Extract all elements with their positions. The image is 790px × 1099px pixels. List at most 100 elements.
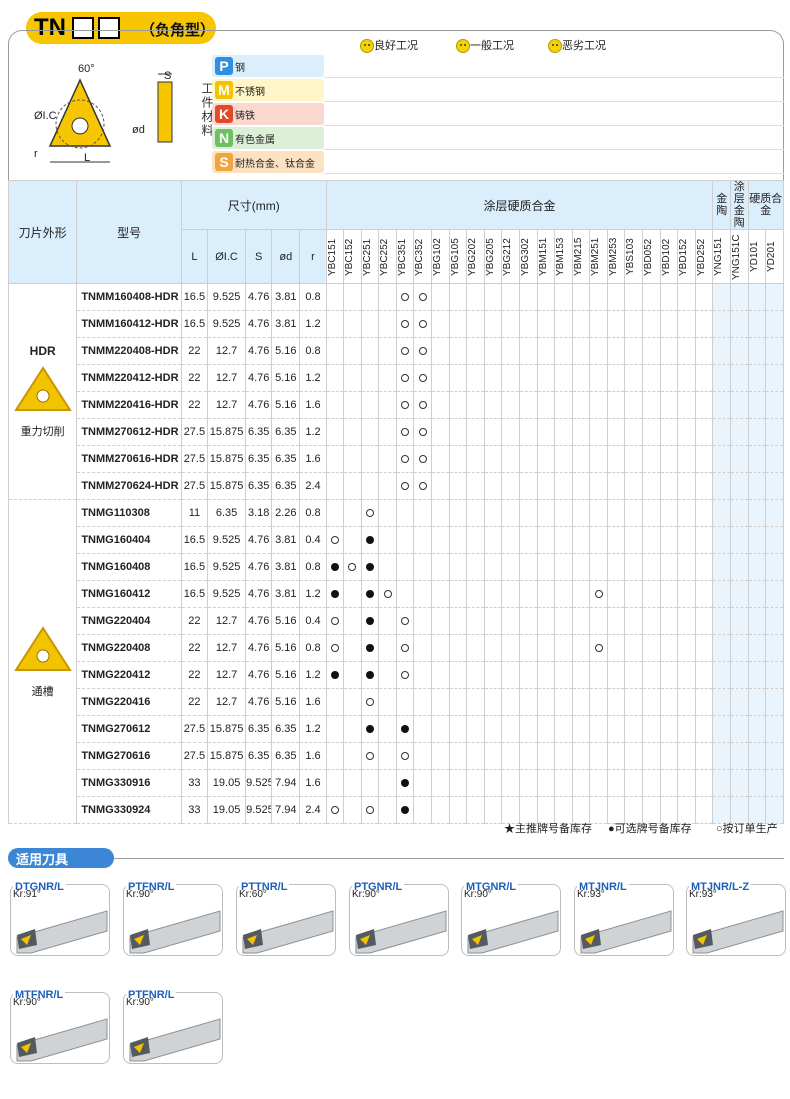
table-row: TNMM270612-HDR 27.5 15.875 6.35 6.35 1.2 xyxy=(9,418,784,446)
grade-cell xyxy=(431,391,450,419)
open-circle-icon xyxy=(418,401,427,410)
grade-cell xyxy=(448,796,468,824)
model-cell: TNMM160408-HDR xyxy=(76,283,182,311)
grade-cell xyxy=(589,796,608,824)
table-row: TNMM220408-HDR 22 12.7 4.76 5.16 0.8 xyxy=(9,337,784,365)
dim-cell: 6.35 xyxy=(245,472,273,500)
dim-cell: 4.76 xyxy=(245,661,273,689)
dim-cell: 7.94 xyxy=(271,796,301,824)
model-cell: TNMG220412 xyxy=(76,661,182,689)
grade-header: YBC152 xyxy=(343,229,362,284)
dim-cell: 12.7 xyxy=(206,634,247,662)
grade-cell xyxy=(571,769,591,797)
grade-cell xyxy=(694,418,714,446)
grade-cell xyxy=(571,634,591,662)
dim-cell: 19.05 xyxy=(206,796,247,824)
table-row: TNMM270616-HDR 27.5 15.875 6.35 6.35 1.6 xyxy=(9,445,784,473)
grade-cell xyxy=(466,391,485,419)
model-cell: TNMM270612-HDR xyxy=(76,418,182,446)
grade-cell xyxy=(677,499,696,527)
grade-cell xyxy=(765,742,784,770)
grade-cell xyxy=(571,364,591,392)
open-circle-icon xyxy=(401,320,410,329)
grade-header: YBC252 xyxy=(378,229,397,284)
dim-cell: 1.2 xyxy=(299,364,327,392)
grade-cell xyxy=(765,580,784,608)
grade-cell xyxy=(641,634,661,662)
dim-cell: 27.5 xyxy=(180,715,208,743)
grade-cell xyxy=(378,472,397,500)
tool-card: MTFNR/L Kr:90° xyxy=(10,985,110,1064)
dim-cell: 22 xyxy=(180,634,208,662)
grade-cell xyxy=(483,337,503,365)
grade-header: YBM253 xyxy=(606,229,626,284)
grade-cell xyxy=(431,283,450,311)
grade-cell xyxy=(606,310,626,338)
carbide-header: 硬质合金 xyxy=(747,180,785,230)
model-cell: TNMG330916 xyxy=(76,769,182,797)
grade-cell xyxy=(343,796,362,824)
grade-cell xyxy=(501,742,520,770)
tool-holder-icon xyxy=(467,910,559,954)
grade-cell xyxy=(518,391,538,419)
grade-cell xyxy=(677,607,696,635)
grade-cell xyxy=(325,553,345,581)
grade-cell xyxy=(571,283,591,311)
grade-cell xyxy=(501,391,520,419)
grade-cell xyxy=(536,742,556,770)
filled-circle-icon xyxy=(330,563,339,572)
model-cell: TNMM270624-HDR xyxy=(76,472,182,500)
grade-cell xyxy=(395,688,415,716)
grade-cell xyxy=(395,607,415,635)
grade-header: YBM153 xyxy=(554,229,573,284)
dim-cell: 0.8 xyxy=(299,634,327,662)
dim-cell: 3.18 xyxy=(245,499,273,527)
grade-cell xyxy=(395,445,415,473)
open-circle-icon xyxy=(366,509,374,518)
grade-cell xyxy=(395,634,415,662)
filled-circle-icon xyxy=(330,671,339,680)
grade-cell xyxy=(378,580,397,608)
dim-cell: 9.525 xyxy=(206,580,247,608)
dim-cell: 6.35 xyxy=(271,418,301,446)
grade-cell xyxy=(554,661,573,689)
grade-cell xyxy=(343,715,362,743)
grade-cell xyxy=(589,769,608,797)
grade-cell xyxy=(571,445,591,473)
filled-circle-icon xyxy=(401,806,410,815)
l-label: L xyxy=(84,152,91,164)
model-cell: TNMG220408 xyxy=(76,634,182,662)
grade-cell xyxy=(730,418,749,446)
grade-cell xyxy=(624,418,643,446)
grade-cell xyxy=(466,310,485,338)
grade-cell xyxy=(413,796,433,824)
legend-label: 一般工况 xyxy=(470,40,514,52)
grade-cell xyxy=(378,526,397,554)
grade-table: 刀片外形 型号 尺寸(mm) 涂层硬质合金 金陶 涂层金陶 硬质合金 L ØI.C Sød r YBC… xyxy=(7,180,785,824)
dim-col-header: ød xyxy=(271,229,301,284)
grade-cell xyxy=(659,391,679,419)
grade-cell xyxy=(554,607,573,635)
grade-cell xyxy=(677,283,696,311)
grade-cell xyxy=(571,742,591,770)
dim-cell: 15.875 xyxy=(206,742,247,770)
table-row: TNMM220412-HDR 22 12.7 4.76 5.16 1.2 xyxy=(9,364,784,392)
grade-cell xyxy=(395,418,415,446)
grade-cell xyxy=(730,391,749,419)
grade-cell xyxy=(501,445,520,473)
legend-normal: 一般工况 xyxy=(456,37,514,54)
cermet-header: 金陶 xyxy=(712,180,731,230)
good-face-icon xyxy=(360,39,374,54)
grade-cell xyxy=(536,769,556,797)
model-cell: TNMG160404 xyxy=(76,526,182,554)
dim-cell: 0.4 xyxy=(299,526,327,554)
grade-cell xyxy=(325,607,345,635)
dim-cell: 22 xyxy=(180,364,208,392)
grade-cell xyxy=(501,499,520,527)
grade-cell xyxy=(536,283,556,311)
grade-cell xyxy=(694,364,714,392)
tools-title: 适用刀具 xyxy=(8,848,114,868)
grade-cell xyxy=(431,715,450,743)
grade-header: YBC351 xyxy=(395,229,415,284)
grade-cell xyxy=(641,445,661,473)
